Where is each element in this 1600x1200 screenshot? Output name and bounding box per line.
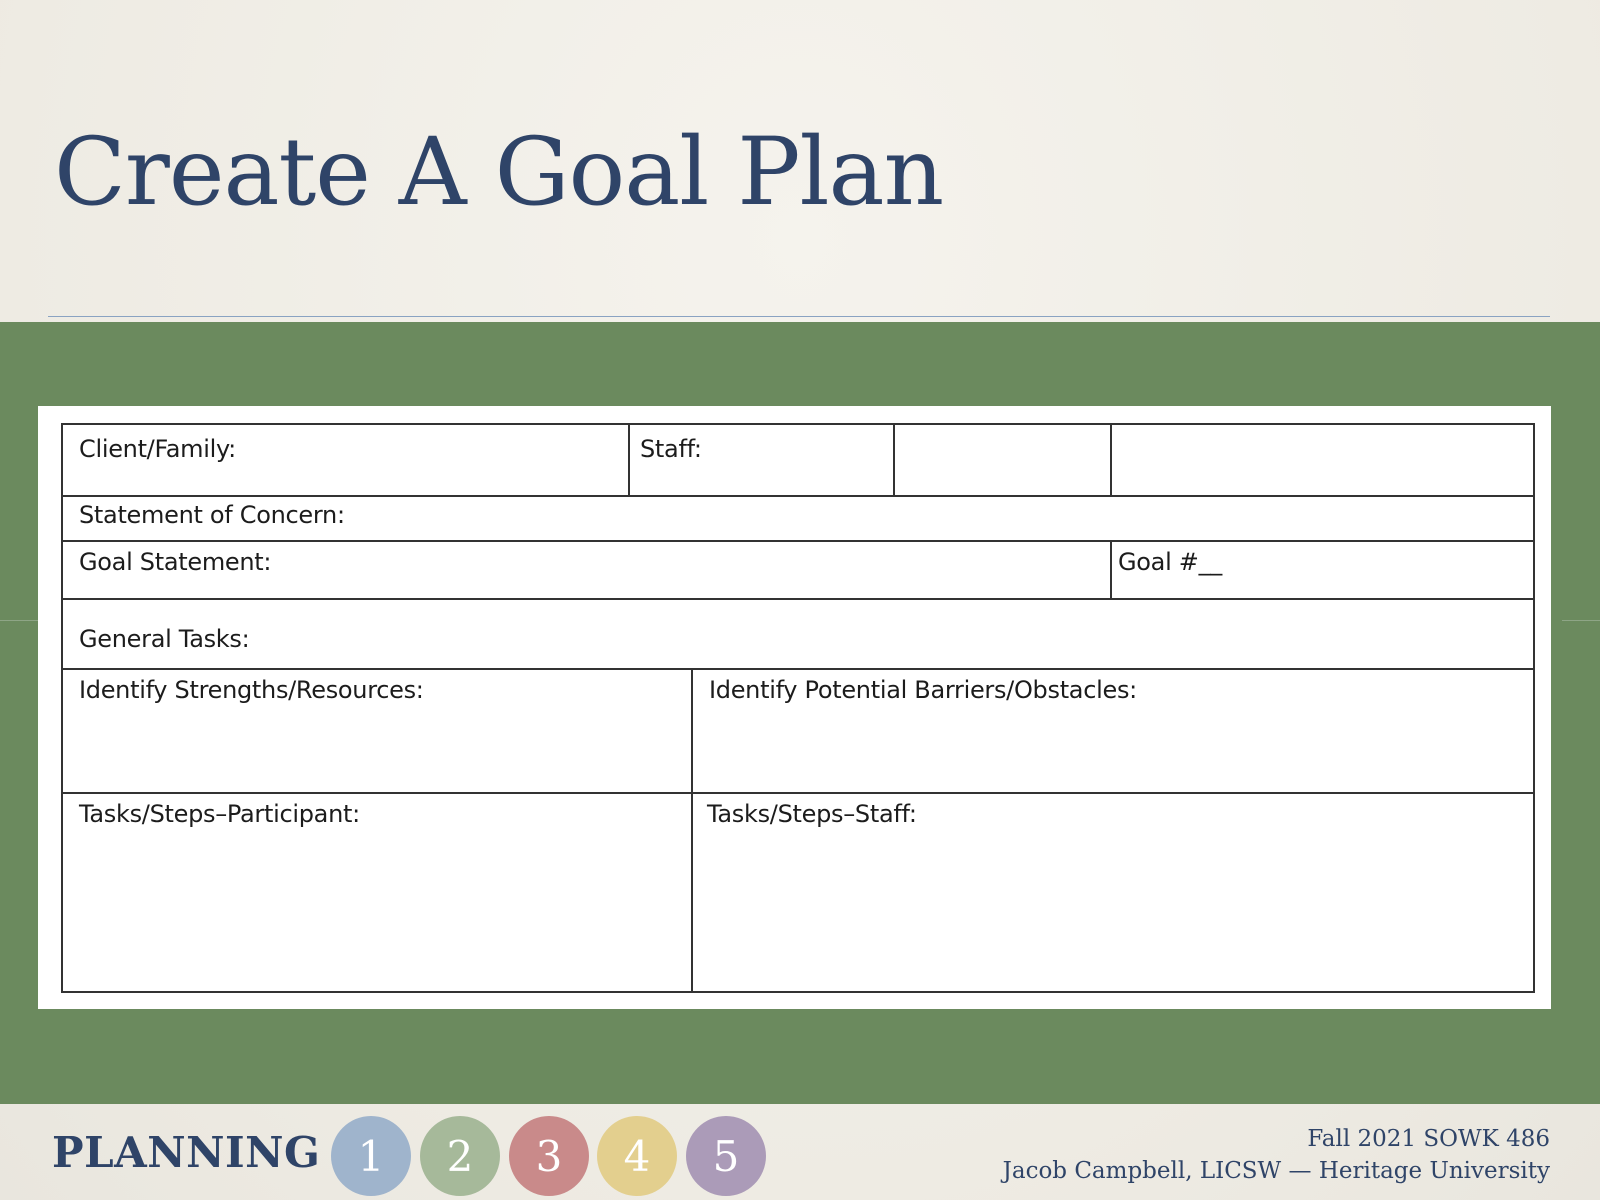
general-tasks-label: General Tasks:: [79, 625, 250, 653]
staff-field[interactable]: Staff:: [628, 425, 893, 495]
goal-statement-field[interactable]: Goal Statement:: [63, 540, 1110, 598]
course-label: Fall 2021 SOWK 486: [1307, 1126, 1550, 1152]
client-family-label: Client/Family:: [79, 435, 236, 463]
step-3-badge: 3: [509, 1116, 589, 1196]
client-family-field[interactable]: Client/Family:: [63, 425, 628, 495]
step-4-badge: 4: [597, 1116, 677, 1196]
tasks-participant-label: Tasks/Steps–Participant:: [79, 800, 360, 828]
barriers-obstacles-label: Identify Potential Barriers/Obstacles:: [709, 676, 1137, 704]
slide-title: Create A Goal Plan: [54, 118, 944, 227]
goal-plan-form-card: Client/Family: Staff: Statement of Conce…: [38, 406, 1551, 1009]
staff-label: Staff:: [640, 435, 702, 463]
tasks-staff-field[interactable]: Tasks/Steps–Staff:: [691, 792, 1533, 991]
statement-of-concern-field[interactable]: Statement of Concern:: [63, 495, 1533, 540]
statement-of-concern-label: Statement of Concern:: [79, 501, 345, 529]
barriers-obstacles-field[interactable]: Identify Potential Barriers/Obstacles:: [691, 668, 1533, 792]
tasks-staff-label: Tasks/Steps–Staff:: [707, 800, 917, 828]
blank-field-2[interactable]: [1110, 425, 1533, 495]
step-2-badge: 2: [420, 1116, 500, 1196]
goal-number-label: Goal #__: [1118, 548, 1222, 576]
author-label: Jacob Campbell, LICSW — Heritage Univers…: [1002, 1158, 1550, 1184]
step-1-badge: 1: [331, 1116, 411, 1196]
goal-number-field[interactable]: Goal #__: [1110, 540, 1533, 598]
slide-footer: PLANNING 1 2 3 4 5 Fall 2021 SOWK 486 Ja…: [0, 1104, 1600, 1200]
band-tick-left: [0, 620, 38, 621]
section-label: PLANNING: [52, 1128, 321, 1177]
step-5-badge: 5: [686, 1116, 766, 1196]
strengths-resources-field[interactable]: Identify Strengths/Resources:: [63, 668, 691, 792]
goal-plan-form: Client/Family: Staff: Statement of Conce…: [61, 423, 1535, 993]
band-tick-right: [1562, 620, 1600, 621]
goal-statement-label: Goal Statement:: [79, 548, 272, 576]
blank-field-1[interactable]: [893, 425, 1110, 495]
strengths-resources-label: Identify Strengths/Resources:: [79, 676, 424, 704]
title-divider: [48, 316, 1550, 317]
tasks-participant-field[interactable]: Tasks/Steps–Participant:: [63, 792, 691, 991]
general-tasks-field[interactable]: General Tasks:: [63, 598, 1533, 668]
